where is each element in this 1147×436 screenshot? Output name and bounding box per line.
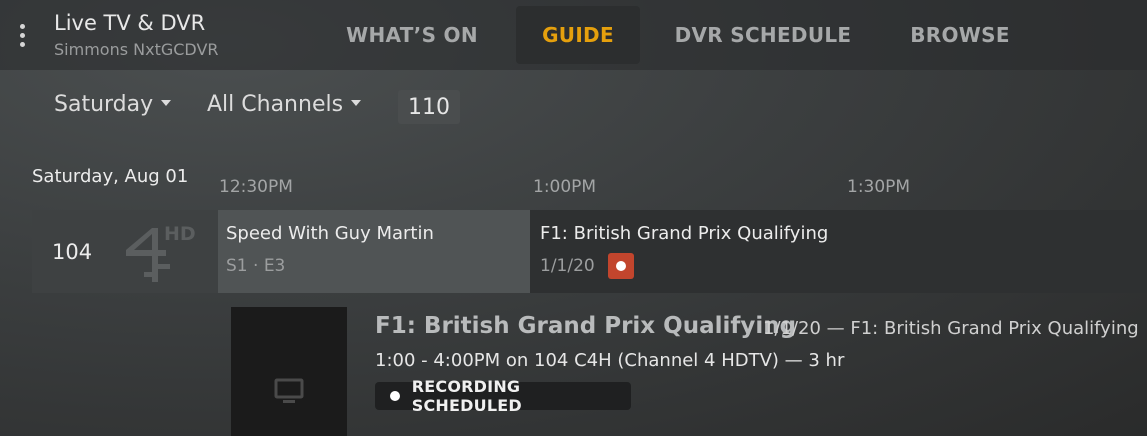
channels-dropdown-label: All Channels bbox=[207, 92, 344, 117]
recording-status-label: RECORDING SCHEDULED bbox=[411, 377, 522, 415]
day-dropdown-label: Saturday bbox=[54, 92, 154, 117]
tab-dvr-schedule[interactable]: DVR SCHEDULE bbox=[662, 6, 864, 64]
channel-jump-input[interactable]: 110 bbox=[398, 90, 460, 124]
recording-status-badge[interactable]: RECORDING SCHEDULED bbox=[375, 377, 631, 415]
tab-whats-on[interactable]: WHAT’S ON bbox=[330, 6, 494, 64]
record-dot-icon bbox=[390, 391, 400, 401]
tv-icon bbox=[274, 378, 304, 403]
detail-airing-info: 1:00 - 4:00PM on 104 C4H (Channel 4 HDTV… bbox=[375, 350, 845, 371]
program-title: Speed With Guy Martin bbox=[226, 223, 434, 244]
guide-date: Saturday, Aug 01 bbox=[32, 166, 189, 187]
program-date: 1/1/20 bbox=[540, 256, 595, 276]
recording-badge-icon bbox=[608, 253, 634, 279]
time-slot-label: 12:30PM bbox=[219, 177, 293, 197]
channels-dropdown[interactable]: All Channels bbox=[207, 92, 362, 117]
program-poster[interactable] bbox=[231, 307, 347, 436]
time-slot-label: 1:00PM bbox=[533, 177, 597, 197]
time-slot-label: 1:30PM bbox=[847, 177, 911, 197]
caret-down-icon bbox=[351, 100, 362, 106]
app-title: Live TV & DVR bbox=[54, 11, 206, 35]
more-options-icon[interactable] bbox=[20, 24, 28, 50]
tab-browse[interactable]: BROWSE bbox=[893, 6, 1027, 64]
program-title[interactable]: F1: British Grand Prix Qualifying bbox=[540, 223, 828, 244]
detail-title: F1: British Grand Prix Qualifying bbox=[375, 313, 797, 339]
channel-4-hd-logo: HD bbox=[126, 223, 196, 282]
server-name[interactable]: Simmons NxtGCDVR bbox=[54, 40, 219, 59]
day-dropdown[interactable]: Saturday bbox=[54, 92, 172, 117]
detail-subtitle: 1/1/20 — F1: British Grand Prix Qualifyi… bbox=[763, 318, 1139, 339]
caret-down-icon bbox=[161, 100, 172, 106]
logo-hd-text: HD bbox=[164, 223, 196, 245]
channel-number: 104 bbox=[52, 240, 93, 264]
tab-guide[interactable]: GUIDE bbox=[516, 6, 640, 64]
program-episode: S1 · E3 bbox=[226, 256, 286, 276]
